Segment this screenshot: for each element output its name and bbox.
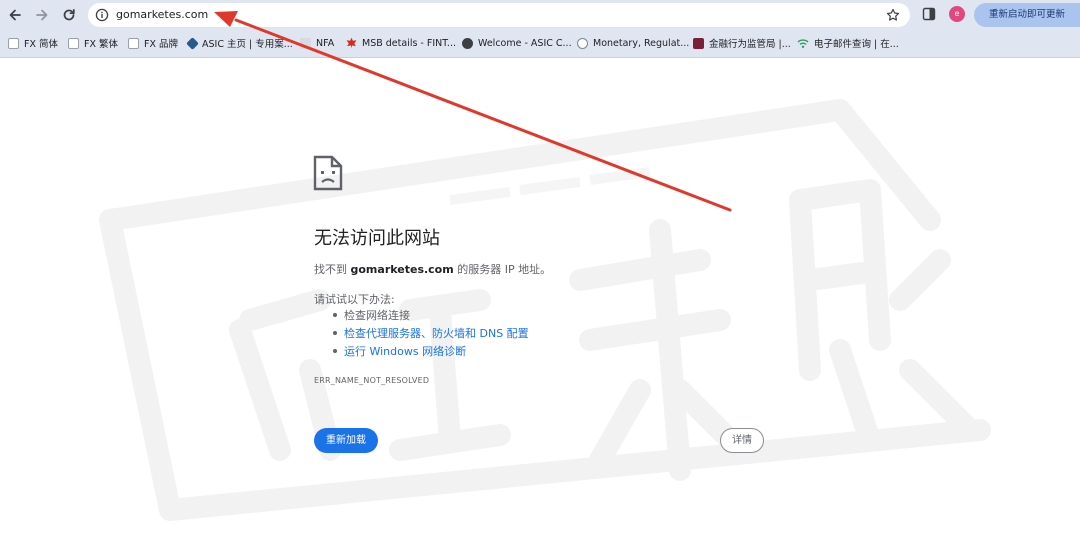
bullet [333,331,337,335]
bookmark-label: ASIC 主页 | 专用案... [202,39,293,50]
reload-button[interactable] [58,4,80,26]
address-bar[interactable]: gomarketes.com [88,3,910,27]
error-description-prefix: 找不到 [314,263,351,276]
bookmark-label: Monetary, Regulat... [593,37,690,49]
bookmark-item[interactable]: 金融行为监管局 |... [693,29,791,57]
forward-arrow-icon [36,9,48,21]
error-code: ERR_NAME_NOT_RESOLVED [314,376,430,385]
maple-leaf-icon [346,37,357,49]
bullet [333,313,337,317]
back-button[interactable] [4,4,26,26]
url-text[interactable]: gomarketes.com [116,3,208,27]
bookmark-item[interactable]: Welcome - ASIC C... [462,29,572,57]
back-arrow-icon [9,9,21,21]
bookmark-item[interactable]: Monetary, Regulat... [577,29,689,57]
wifi-icon [797,38,809,48]
suggestion-text: 检查网络连接 [344,309,410,322]
bookmark-label: 金融行为监管局 |... [709,39,791,50]
error-title: 无法访问此网站 [314,228,440,249]
site-favicon-icon [128,37,139,49]
bookmark-item[interactable]: FX 简体 [8,29,58,57]
bookmark-label: MSB details - FINT... [362,37,456,49]
bookmark-item[interactable]: ASIC 主页 | 专用案... [186,29,293,57]
bookmark-item[interactable]: NFA [300,29,334,57]
bookmark-item[interactable]: 电子邮件查询 | 在... [797,29,899,57]
bullet [333,349,337,353]
bookmark-label: 电子邮件查询 | 在... [814,39,899,50]
bookmark-label: FX 繁体 [84,39,118,50]
side-panel-icon[interactable] [922,7,936,21]
mas-favicon-icon [577,37,588,49]
bookmark-label: FX 品牌 [144,39,178,50]
details-button[interactable]: 详情 [720,428,764,453]
globe-icon [462,37,473,49]
bookmark-label: FX 简体 [24,39,58,50]
bookmark-star-icon[interactable] [886,8,900,22]
error-description-suffix: 的服务器 IP 地址。 [453,263,552,276]
asic-favicon-icon [186,36,199,50]
network-diagnostics-link[interactable]: 运行 Windows 网络诊断 [344,343,466,359]
reload-icon [63,8,75,21]
suggestion-item: 检查代理服务器、防火墙和 DNS 配置 [333,325,529,341]
site-info-icon[interactable] [95,8,109,22]
fca-favicon-icon [693,37,704,49]
profile-avatar[interactable]: e [949,6,965,22]
browser-toolbar: gomarketes.com e 重新启动即可更新 [0,0,1080,29]
error-domain: gomarketes.com [350,263,454,276]
bookmark-label: Welcome - ASIC C... [478,37,572,49]
bookmark-item[interactable]: MSB details - FINT... [346,29,456,57]
watermark-stamp [99,99,991,521]
bookmark-item[interactable]: FX 繁体 [68,29,118,57]
update-button[interactable]: 重新启动即可更新 [974,3,1080,27]
sad-document-icon [313,155,343,191]
error-description: 找不到 gomarketes.com 的服务器 IP 地址。 [314,261,551,277]
bookmark-label: NFA [316,37,335,49]
suggestion-item: 检查网络连接 [333,307,410,323]
forward-button[interactable] [31,4,53,26]
site-favicon-icon [68,37,79,49]
bookmark-item[interactable]: FX 品牌 [128,29,178,57]
proxy-firewall-dns-link[interactable]: 检查代理服务器、防火墙和 DNS 配置 [344,325,529,341]
site-favicon-icon [8,37,19,49]
nfa-favicon-icon [300,37,311,49]
suggestions-heading: 请试试以下办法: [314,293,395,306]
reload-page-button[interactable]: 重新加载 [314,428,378,453]
suggestion-item: 运行 Windows 网络诊断 [333,343,466,359]
annotation-arrow [214,11,732,212]
bookmarks-bar: FX 简体 FX 繁体 FX 品牌 ASIC 主页 | 专用案... NFA M… [0,29,1080,58]
